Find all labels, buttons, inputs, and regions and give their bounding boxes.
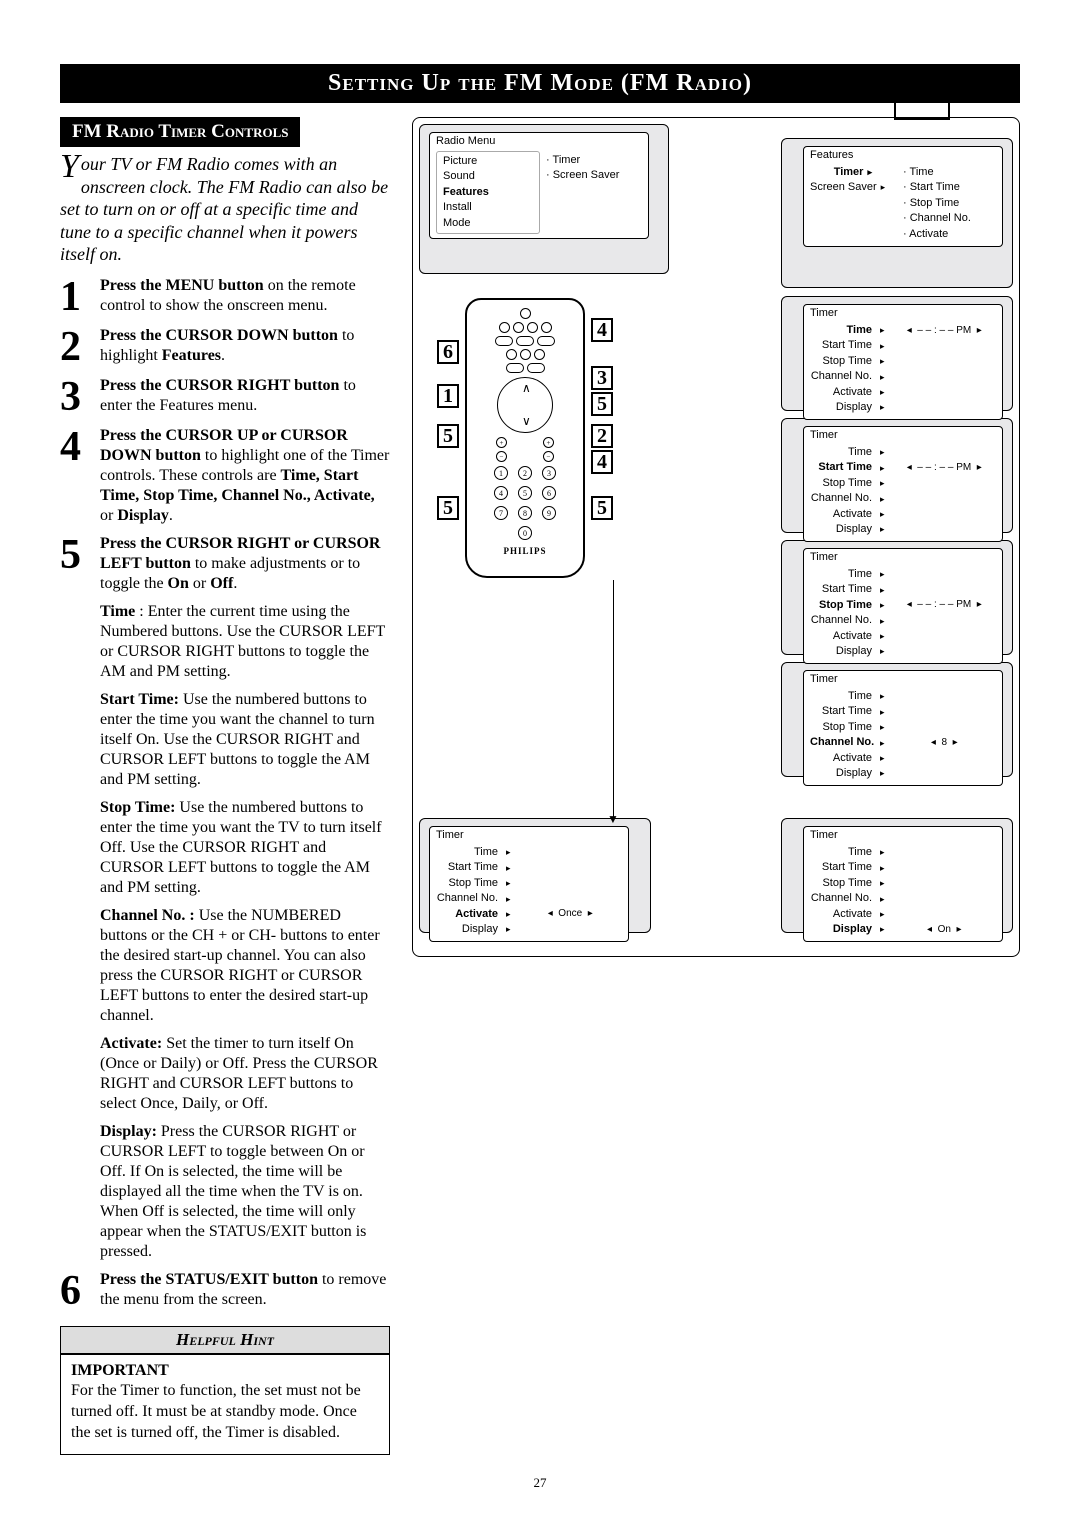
diagram-frame: Radio Menu Picture Sound Features Instal… <box>412 117 1020 957</box>
detail-activate: Activate: Set the timer to turn itself O… <box>100 1034 390 1114</box>
step-text: Press the CURSOR UP or CURSOR DOWN butto… <box>100 426 390 526</box>
brand-label: PHILIPS <box>467 546 583 556</box>
panel-timer-start: TimerTime▸Start Time▸◂ – – : – – PM ▸Sto… <box>803 426 1003 542</box>
hint-body: For the Timer to function, the set must … <box>71 1381 379 1443</box>
step-text: Press the CURSOR RIGHT button to enter t… <box>100 376 390 418</box>
helpful-hint-box: Helpful Hint IMPORTANT For the Timer to … <box>60 1326 390 1455</box>
panel-timer-display: TimerTime▸Start Time▸Stop Time▸Channel N… <box>803 826 1003 942</box>
detail-channel-no: Channel No. : Use the NUMBERED buttons o… <box>100 906 390 1026</box>
step-text: Press the CURSOR RIGHT or CURSOR LEFT bu… <box>100 534 390 594</box>
step-number: 4 <box>60 426 90 526</box>
lead-line <box>613 580 614 818</box>
arrow-down-icon: ▼ <box>607 812 619 827</box>
steps-list-2: 6Press the STATUS/EXIT button to remove … <box>60 1270 390 1312</box>
callout-1: 1 <box>437 384 459 408</box>
step-number: 6 <box>60 1270 90 1312</box>
step-text: Press the CURSOR DOWN button to highligh… <box>100 326 390 368</box>
detail-time: Time : Enter the current time using the … <box>100 602 390 682</box>
step-number: 3 <box>60 376 90 418</box>
dpad-icon <box>497 377 553 433</box>
remote-illustration: ++ −− 123 456 789 0 PHILIPS <box>465 298 585 578</box>
numpad: 123 456 789 0 <box>467 466 583 540</box>
callout-5c: 5 <box>591 392 613 416</box>
hint-title: Helpful Hint <box>61 1327 389 1355</box>
page-number: 27 <box>60 1475 1020 1491</box>
panel-features: Features Timer Screen Saver · Time · Sta… <box>803 146 1003 247</box>
callout-4: 4 <box>591 318 613 342</box>
detail-display: Display: Press the CURSOR RIGHT or CURSO… <box>100 1122 390 1262</box>
page-title: Setting Up the FM Mode (FM Radio) <box>60 64 1020 103</box>
steps-list: 1Press the MENU button on the remote con… <box>60 276 390 594</box>
panel-timer-activate: TimerTime▸Start Time▸Stop Time▸Channel N… <box>429 826 629 942</box>
detail-stop-time: Stop Time: Use the numbered buttons to e… <box>100 798 390 898</box>
callout-5d: 5 <box>591 496 613 520</box>
detail-start-time: Start Time: Use the numbered buttons to … <box>100 690 390 790</box>
callout-4b: 4 <box>591 450 613 474</box>
step-number: 1 <box>60 276 90 318</box>
panel-timer-time: TimerTime▸◂ – – : – – PM ▸Start Time▸Sto… <box>803 304 1003 420</box>
step-text: Press the STATUS/EXIT button to remove t… <box>100 1270 390 1312</box>
hint-important: IMPORTANT <box>71 1361 379 1382</box>
power-icon <box>520 308 531 319</box>
section-subheader: FM Radio Timer Controls <box>60 117 300 147</box>
callout-6: 6 <box>437 340 459 364</box>
step-text: Press the MENU button on the remote cont… <box>100 276 390 318</box>
callout-5b: 5 <box>437 496 459 520</box>
callout-3: 3 <box>591 366 613 390</box>
step-number: 5 <box>60 534 90 594</box>
step-number: 2 <box>60 326 90 368</box>
panel-radio-menu: Radio Menu Picture Sound Features Instal… <box>429 132 649 239</box>
intro-paragraph: Your TV or FM Radio comes with an onscre… <box>60 153 390 266</box>
callout-2: 2 <box>591 424 613 448</box>
callout-5: 5 <box>437 424 459 448</box>
panel-timer-stop: TimerTime▸Start Time▸Stop Time▸◂ – – : –… <box>803 548 1003 664</box>
panel-timer-channel: TimerTime▸Start Time▸Stop Time▸Channel N… <box>803 670 1003 786</box>
music-note-icon: ♫ <box>894 64 950 120</box>
